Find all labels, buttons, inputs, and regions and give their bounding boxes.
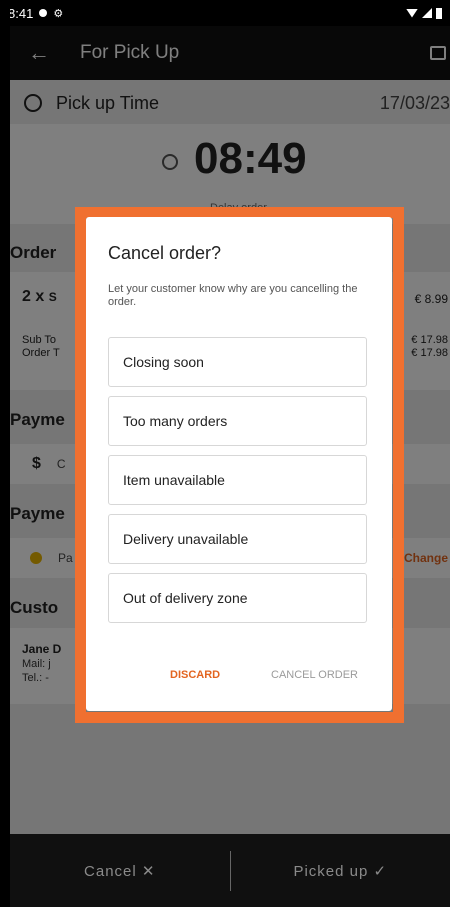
discard-button[interactable]: DISCARD [170,669,220,681]
dialog-title: Cancel order? [108,243,222,263]
settings-status-icon: ⚙ [53,7,64,20]
bottom-action-bar: Cancel ✕ Picked up ✓ [10,834,450,907]
reason-option[interactable]: Out of delivery zone [108,573,367,623]
battery-icon [436,7,442,19]
status-time: 8:41 [10,5,34,21]
signal-icon [422,8,432,18]
dialog-subtitle: Let your customer know why are you cance… [108,283,358,308]
notification-icon [39,9,48,17]
wifi-icon [406,8,418,18]
reason-option[interactable]: Closing soon [108,337,367,387]
cancel-order-dialog: Cancel order? Let your customer know why… [86,217,392,711]
picked-up-button[interactable]: Picked up ✓ [231,862,450,880]
reason-option[interactable]: Delivery unavailable [108,514,367,564]
status-icons [406,7,442,19]
reason-option[interactable]: Item unavailable [108,455,367,505]
confirm-cancel-order-button[interactable]: CANCEL ORDER [271,669,358,681]
reason-option[interactable]: Too many orders [108,396,367,446]
cancel-order-bottom-button[interactable]: Cancel ✕ [10,862,230,880]
status-bar: 8:41 ⚙ [10,0,450,26]
